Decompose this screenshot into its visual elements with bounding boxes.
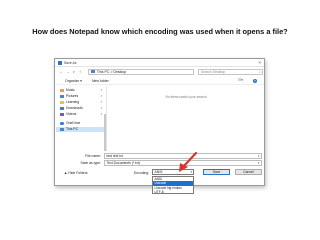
- organize-button[interactable]: Organize ▾: [65, 79, 82, 83]
- music-icon: [60, 89, 64, 92]
- folder-icon: [60, 101, 64, 104]
- address-bar[interactable]: This PC > Desktop: [88, 69, 194, 75]
- empty-message: No items match your search.: [165, 95, 208, 99]
- save-type-value: Text Documents (*.txt): [106, 161, 140, 165]
- back-arrow-icon[interactable]: ←: [59, 69, 63, 75]
- chevron-down-icon[interactable]: ▾: [258, 154, 260, 159]
- navigation-pane: Music ✦ Pictures ✦ Learning ✦ Downloads …: [55, 86, 107, 151]
- nav-item-onedrive[interactable]: OneDrive: [60, 121, 106, 126]
- nav-item-downloads[interactable]: Downloads ✦: [60, 106, 106, 111]
- view-options-icon[interactable]: ☷▾: [238, 78, 243, 82]
- hide-folders-button[interactable]: ▲ Hide Folders: [64, 171, 88, 175]
- up-arrow-icon[interactable]: ↑: [79, 69, 81, 75]
- notepad-app-icon: [58, 61, 62, 65]
- pin-icon: ✦: [100, 94, 103, 98]
- pictures-icon: [60, 95, 64, 98]
- file-name-row: File name: test text.txt ▾: [55, 153, 264, 159]
- encoding-selected-value: ANSI: [154, 170, 163, 174]
- search-placeholder: Search Desktop: [201, 70, 226, 74]
- nav-item-learning[interactable]: Learning ✦: [60, 100, 106, 105]
- save-button[interactable]: Save: [203, 169, 230, 175]
- computer-icon: [91, 70, 95, 74]
- nav-item-label: Learning: [66, 100, 80, 104]
- save-type-select[interactable]: Text Documents (*.txt) ▾: [104, 160, 262, 166]
- pin-icon: ✦: [100, 100, 103, 104]
- pin-icon: ✦: [100, 88, 103, 92]
- slide-title: How does Notepad know which encoding was…: [32, 27, 288, 36]
- nav-item-music[interactable]: Music ✦: [60, 88, 106, 93]
- dialog-title: Save As: [64, 61, 77, 65]
- recent-chevron-icon[interactable]: ▾: [73, 69, 75, 75]
- file-name-label: File name:: [85, 154, 101, 158]
- encoding-select[interactable]: ANSI ▾: [152, 169, 194, 175]
- save-as-dialog: Save As × ← → ▾ ↑ This PC > Desktop Sear…: [54, 58, 265, 194]
- computer-icon: [60, 128, 64, 131]
- nav-scrollbar[interactable]: [104, 114, 106, 151]
- pin-icon: ✦: [100, 106, 103, 110]
- nav-item-label: Music: [66, 88, 75, 92]
- command-bar: Organize ▾ New folder ☷▾ ?: [55, 78, 264, 85]
- file-name-value: test text.txt: [106, 154, 123, 158]
- pin-icon: ✦: [100, 112, 103, 116]
- search-icon: ⌕: [258, 70, 261, 74]
- downloads-icon: [60, 107, 64, 110]
- nav-item-label: Pictures: [66, 94, 79, 98]
- new-folder-button[interactable]: New folder: [92, 79, 109, 83]
- nav-item-label: OneDrive: [66, 121, 81, 125]
- encoding-label: Encoding:: [134, 171, 150, 175]
- forward-arrow-icon[interactable]: →: [66, 69, 70, 75]
- breadcrumb-desktop[interactable]: Desktop: [113, 70, 126, 74]
- onedrive-icon: [60, 122, 64, 125]
- encoding-dropdown-list: ANSI Unicode Unicode big endian UTF-8: [152, 176, 194, 194]
- address-row: ← → ▾ ↑ This PC > Desktop Search Desktop…: [55, 68, 264, 77]
- nav-item-label: This PC: [66, 127, 79, 131]
- help-icon[interactable]: ?: [253, 79, 257, 83]
- nav-item-pictures[interactable]: Pictures ✦: [60, 94, 106, 99]
- chevron-down-icon[interactable]: ▾: [258, 161, 260, 166]
- save-type-row: Save as type: Text Documents (*.txt) ▾: [55, 160, 264, 166]
- encoding-option-utf-8[interactable]: UTF-8: [153, 190, 193, 194]
- save-type-label: Save as type:: [80, 161, 101, 165]
- nav-item-videos[interactable]: Videos ✦: [60, 112, 106, 117]
- cancel-button[interactable]: Cancel: [235, 169, 262, 175]
- videos-icon: [60, 113, 64, 116]
- nav-item-this-pc[interactable]: This PC: [56, 127, 106, 132]
- chevron-down-icon[interactable]: ▾: [190, 170, 192, 176]
- nav-item-label: Videos: [66, 112, 77, 116]
- close-icon[interactable]: ×: [258, 60, 261, 66]
- dialog-titlebar: Save As ×: [55, 59, 264, 67]
- file-list-pane[interactable]: No items match your search.: [108, 86, 265, 151]
- nav-item-label: Downloads: [66, 106, 83, 110]
- search-input[interactable]: Search Desktop ⌕: [198, 69, 263, 75]
- file-name-input[interactable]: test text.txt ▾: [104, 153, 262, 159]
- breadcrumb-this-pc[interactable]: This PC: [97, 70, 109, 74]
